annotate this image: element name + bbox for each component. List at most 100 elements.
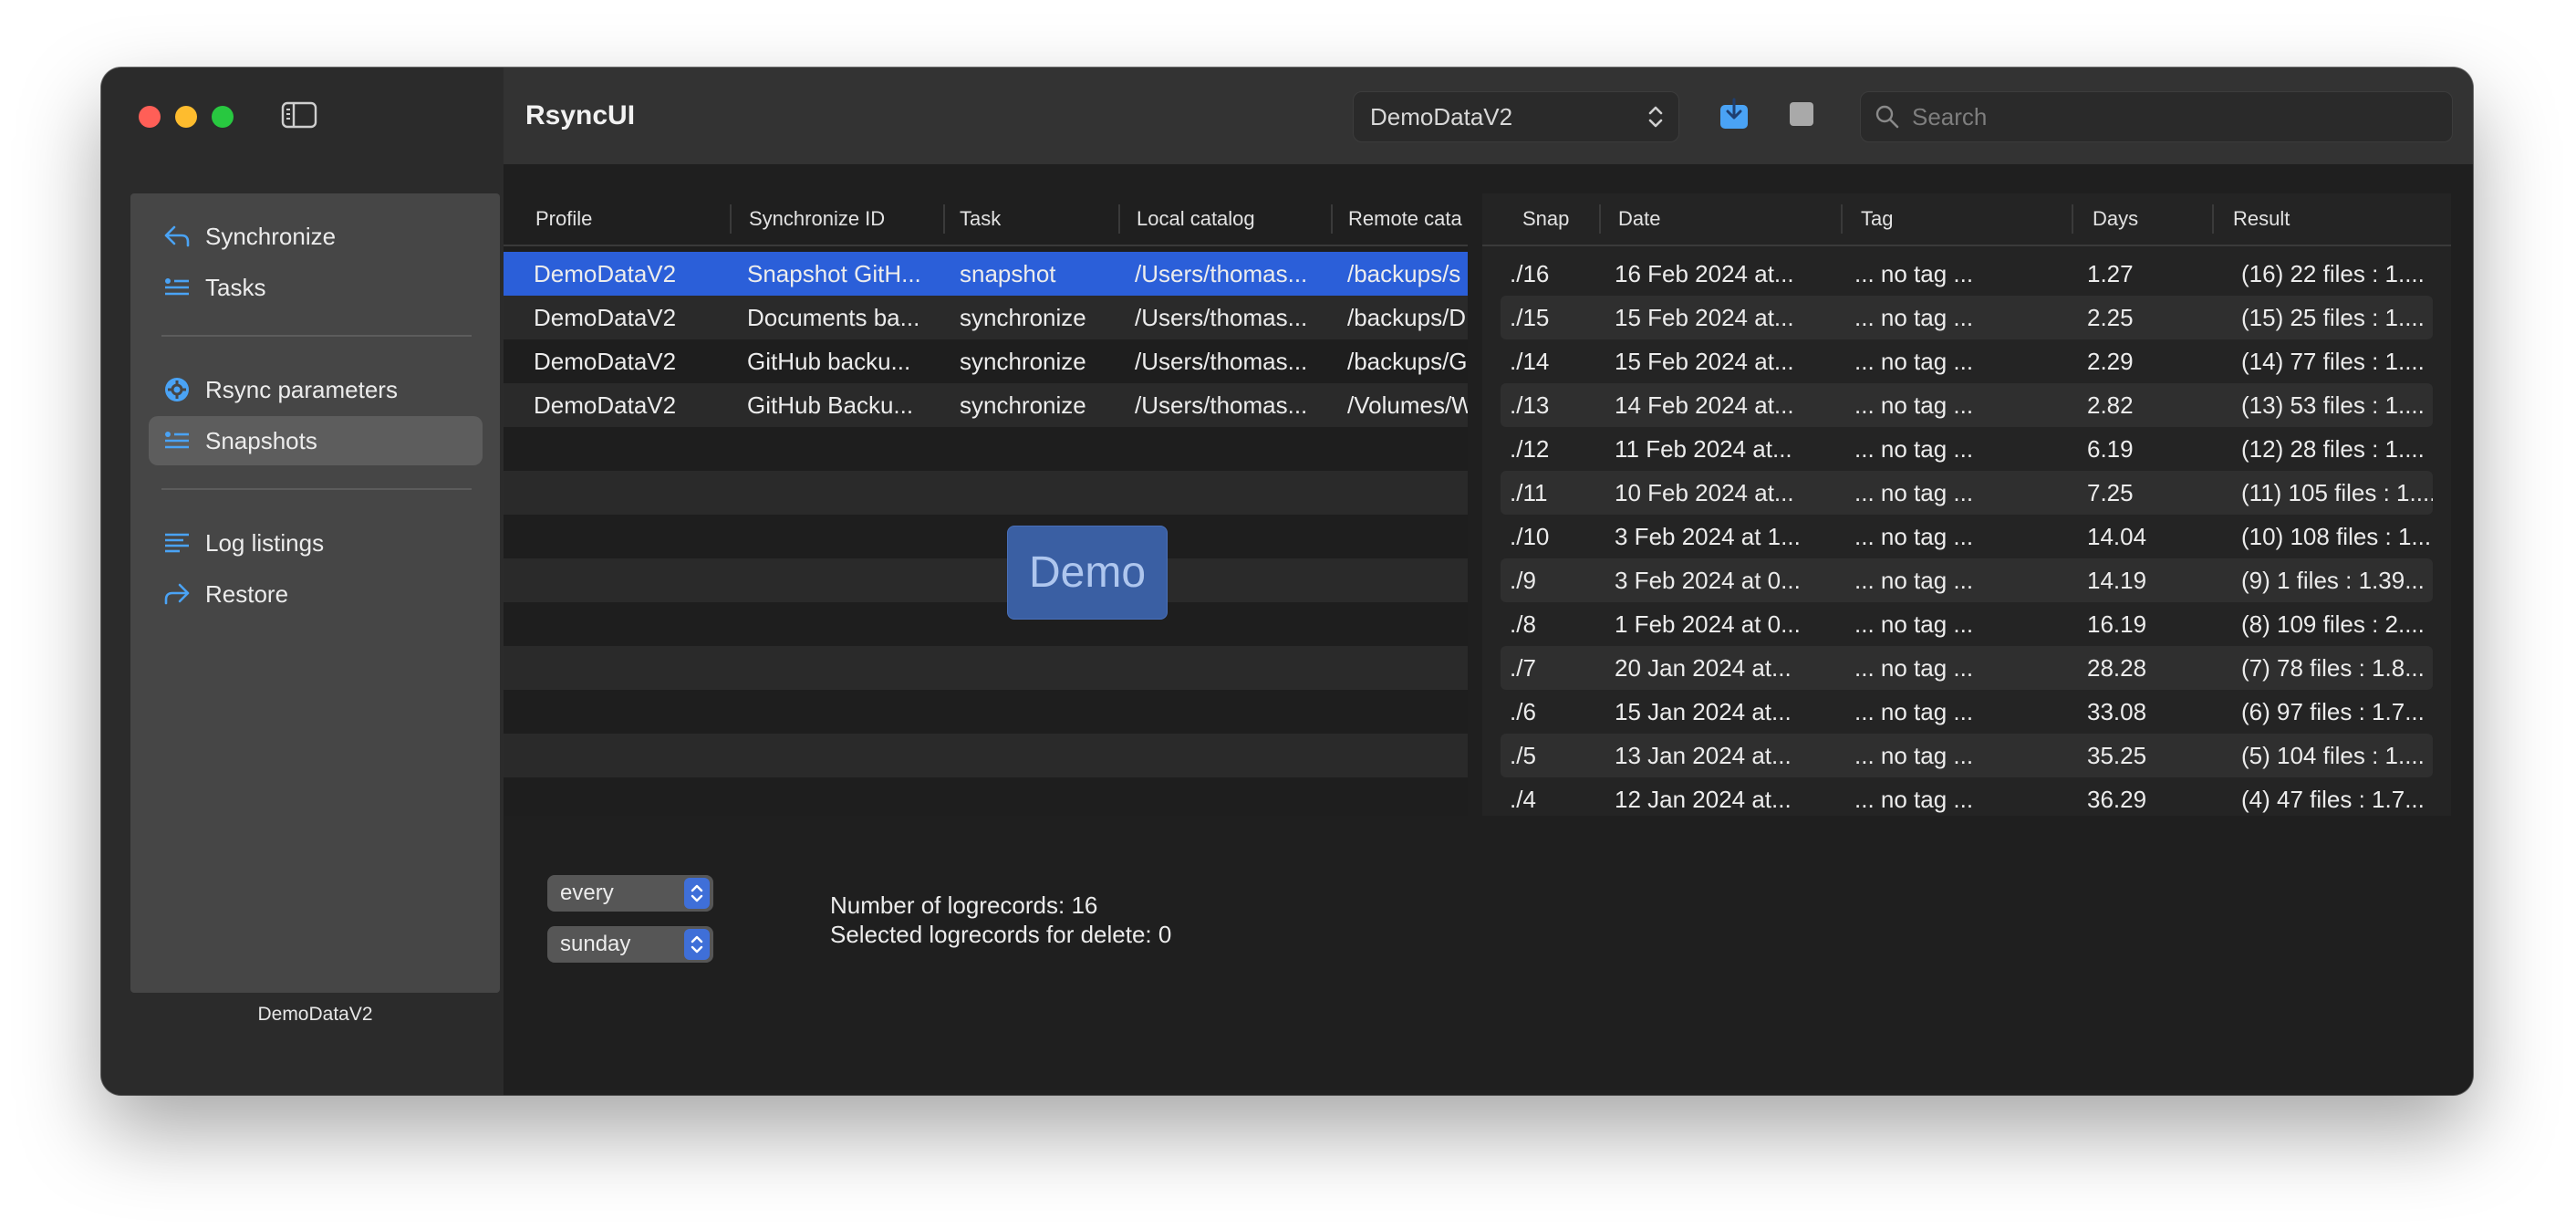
sidebar-item-rsync-parameters[interactable]: Rsync parameters — [149, 365, 483, 414]
table-row[interactable]: ./13 14 Feb 2024 at... ... no tag ... 2.… — [1501, 383, 2433, 427]
column-header-days[interactable]: Days — [2093, 193, 2202, 245]
table-row[interactable]: ./15 15 Feb 2024 at... ... no tag ... 2.… — [1501, 296, 2433, 339]
close-window-button[interactable] — [139, 106, 161, 128]
sidebar-item-restore[interactable]: Restore — [149, 569, 483, 619]
sidebar-item-label: Rsync parameters — [205, 375, 398, 403]
cell-tag: ... no tag ... — [1854, 304, 1974, 331]
search-input[interactable] — [1910, 101, 2425, 132]
save-download-button[interactable] — [1717, 98, 1751, 135]
cell-result: (16) 22 files : 1.... — [2241, 260, 2425, 287]
sidebar-toggle-icon[interactable] — [281, 100, 317, 130]
cell-snap: ./13 — [1510, 391, 1550, 419]
app-window: Synchronize Tasks Rsync parameters Snaps… — [101, 68, 2473, 1095]
cell-date: 15 Feb 2024 at... — [1615, 304, 1794, 331]
column-header-result[interactable]: Result — [2233, 193, 2415, 245]
search-field[interactable] — [1860, 91, 2453, 142]
cell-date: 3 Feb 2024 at 0... — [1615, 567, 1801, 594]
column-header-remote-catalog[interactable]: Remote cata — [1348, 193, 1468, 245]
stop-button[interactable] — [1784, 99, 1819, 133]
cell-result: (14) 77 files : 1.... — [2241, 348, 2425, 375]
table-row[interactable]: DemoDataV2 GitHub Backu... synchronize /… — [504, 383, 1468, 427]
cell-profile: DemoDataV2 — [534, 304, 677, 331]
cell-days: 28.28 — [2087, 654, 2147, 682]
cell-task: synchronize — [960, 304, 1086, 331]
table-row[interactable]: ./6 15 Jan 2024 at... ... no tag ... 33.… — [1501, 690, 2433, 734]
column-separator[interactable] — [730, 204, 732, 234]
profile-select-value: DemoDataV2 — [1370, 102, 1513, 130]
table-row[interactable]: ./7 20 Jan 2024 at... ... no tag ... 28.… — [1501, 646, 2433, 690]
empty-row — [504, 515, 1468, 558]
cell-days: 16.19 — [2087, 610, 2147, 638]
column-header-profile[interactable]: Profile — [535, 193, 718, 245]
search-icon — [1874, 103, 1901, 130]
restore-arrow-icon — [161, 579, 192, 610]
current-profile-label: DemoDataV2 — [257, 1004, 373, 1025]
cell-task: snapshot — [960, 260, 1056, 287]
table-row[interactable]: ./8 1 Feb 2024 at 0... ... no tag ... 16… — [1501, 602, 2433, 646]
cell-days: 36.29 — [2087, 786, 2147, 813]
cell-tag: ... no tag ... — [1854, 742, 1974, 769]
day-select[interactable]: sunday — [547, 926, 713, 963]
table-row[interactable]: ./4 12 Jan 2024 at... ... no tag ... 36.… — [1501, 777, 2433, 816]
column-separator[interactable] — [1118, 204, 1120, 234]
cell-result: (9) 1 files : 1.39... — [2241, 567, 2425, 594]
cell-profile: DemoDataV2 — [534, 260, 677, 287]
cell-snap: ./14 — [1510, 348, 1550, 375]
table-row[interactable]: ./10 3 Feb 2024 at 1... ... no tag ... 1… — [1501, 515, 2433, 558]
cell-date: 10 Feb 2024 at... — [1615, 479, 1794, 506]
sidebar-item-log-listings[interactable]: Log listings — [149, 518, 483, 568]
sidebar-item-snapshots[interactable]: Snapshots — [149, 416, 483, 465]
cell-tag: ... no tag ... — [1854, 698, 1974, 725]
cell-days: 2.29 — [2087, 348, 2134, 375]
table-row[interactable]: ./9 3 Feb 2024 at 0... ... no tag ... 14… — [1501, 558, 2433, 602]
cell-profile: DemoDataV2 — [534, 348, 677, 375]
column-header-snap[interactable]: Snap — [1522, 193, 1595, 245]
table-row[interactable]: ./11 10 Feb 2024 at... ... no tag ... 7.… — [1501, 471, 2433, 515]
table-row[interactable]: ./12 11 Feb 2024 at... ... no tag ... 6.… — [1501, 427, 2433, 471]
cell-profile: DemoDataV2 — [534, 391, 677, 419]
cell-snap: ./12 — [1510, 435, 1550, 463]
cell-synchronize-id: Snapshot GitH... — [747, 260, 921, 287]
table-row[interactable]: DemoDataV2 Documents ba... synchronize /… — [504, 296, 1468, 339]
column-header-local-catalog[interactable]: Local catalog — [1137, 193, 1319, 245]
cell-result: (15) 25 files : 1.... — [2241, 304, 2425, 331]
column-separator[interactable] — [2072, 204, 2073, 234]
sidebar-item-label: Synchronize — [205, 222, 337, 250]
cell-tag: ... no tag ... — [1854, 610, 1974, 638]
minimize-window-button[interactable] — [175, 106, 197, 128]
sidebar-item-synchronize[interactable]: Synchronize — [149, 212, 483, 261]
zoom-window-button[interactable] — [212, 106, 234, 128]
cell-days: 33.08 — [2087, 698, 2147, 725]
cell-local-catalog: /Users/thomas... — [1135, 391, 1308, 419]
plan-select[interactable]: every — [547, 875, 713, 912]
column-header-synchronize-id[interactable]: Synchronize ID — [749, 193, 931, 245]
column-separator[interactable] — [943, 204, 945, 234]
sidebar-divider — [161, 488, 472, 490]
table-row[interactable]: DemoDataV2 Snapshot GitH... snapshot /Us… — [504, 252, 1468, 296]
cell-days: 35.25 — [2087, 742, 2147, 769]
column-separator[interactable] — [1599, 204, 1601, 234]
cell-snap: ./9 — [1510, 567, 1536, 594]
sidebar-item-tasks[interactable]: Tasks — [149, 263, 483, 312]
column-header-tag[interactable]: Tag — [1861, 193, 2043, 245]
column-header-task[interactable]: Task — [960, 193, 1115, 245]
cell-result: (6) 97 files : 1.7... — [2241, 698, 2425, 725]
profile-select[interactable]: DemoDataV2 — [1353, 91, 1679, 142]
cell-result: (11) 105 files : 1.... — [2241, 479, 2433, 506]
tasks-table: Profile Synchronize ID Task Local catalo… — [504, 193, 1468, 816]
column-header-date[interactable]: Date — [1618, 193, 1801, 245]
cell-local-catalog: /Users/thomas... — [1135, 260, 1308, 287]
table-row[interactable]: DemoDataV2 GitHub backu... synchronize /… — [504, 339, 1468, 383]
cell-tag: ... no tag ... — [1854, 348, 1974, 375]
cell-local-catalog: /Users/thomas... — [1135, 304, 1308, 331]
download-tray-icon — [1718, 98, 1750, 135]
column-separator[interactable] — [2212, 204, 2214, 234]
column-separator[interactable] — [1841, 204, 1843, 234]
table-row[interactable]: ./5 13 Jan 2024 at... ... no tag ... 35.… — [1501, 734, 2433, 777]
table-row[interactable]: ./16 16 Feb 2024 at... ... no tag ... 1.… — [1501, 252, 2433, 296]
cell-date: 3 Feb 2024 at 1... — [1615, 523, 1801, 550]
sidebar-item-label: Restore — [205, 579, 289, 608]
table-row[interactable]: ./14 15 Feb 2024 at... ... no tag ... 2.… — [1501, 339, 2433, 383]
cell-result: (13) 53 files : 1.... — [2241, 391, 2425, 419]
column-separator[interactable] — [1331, 204, 1333, 234]
